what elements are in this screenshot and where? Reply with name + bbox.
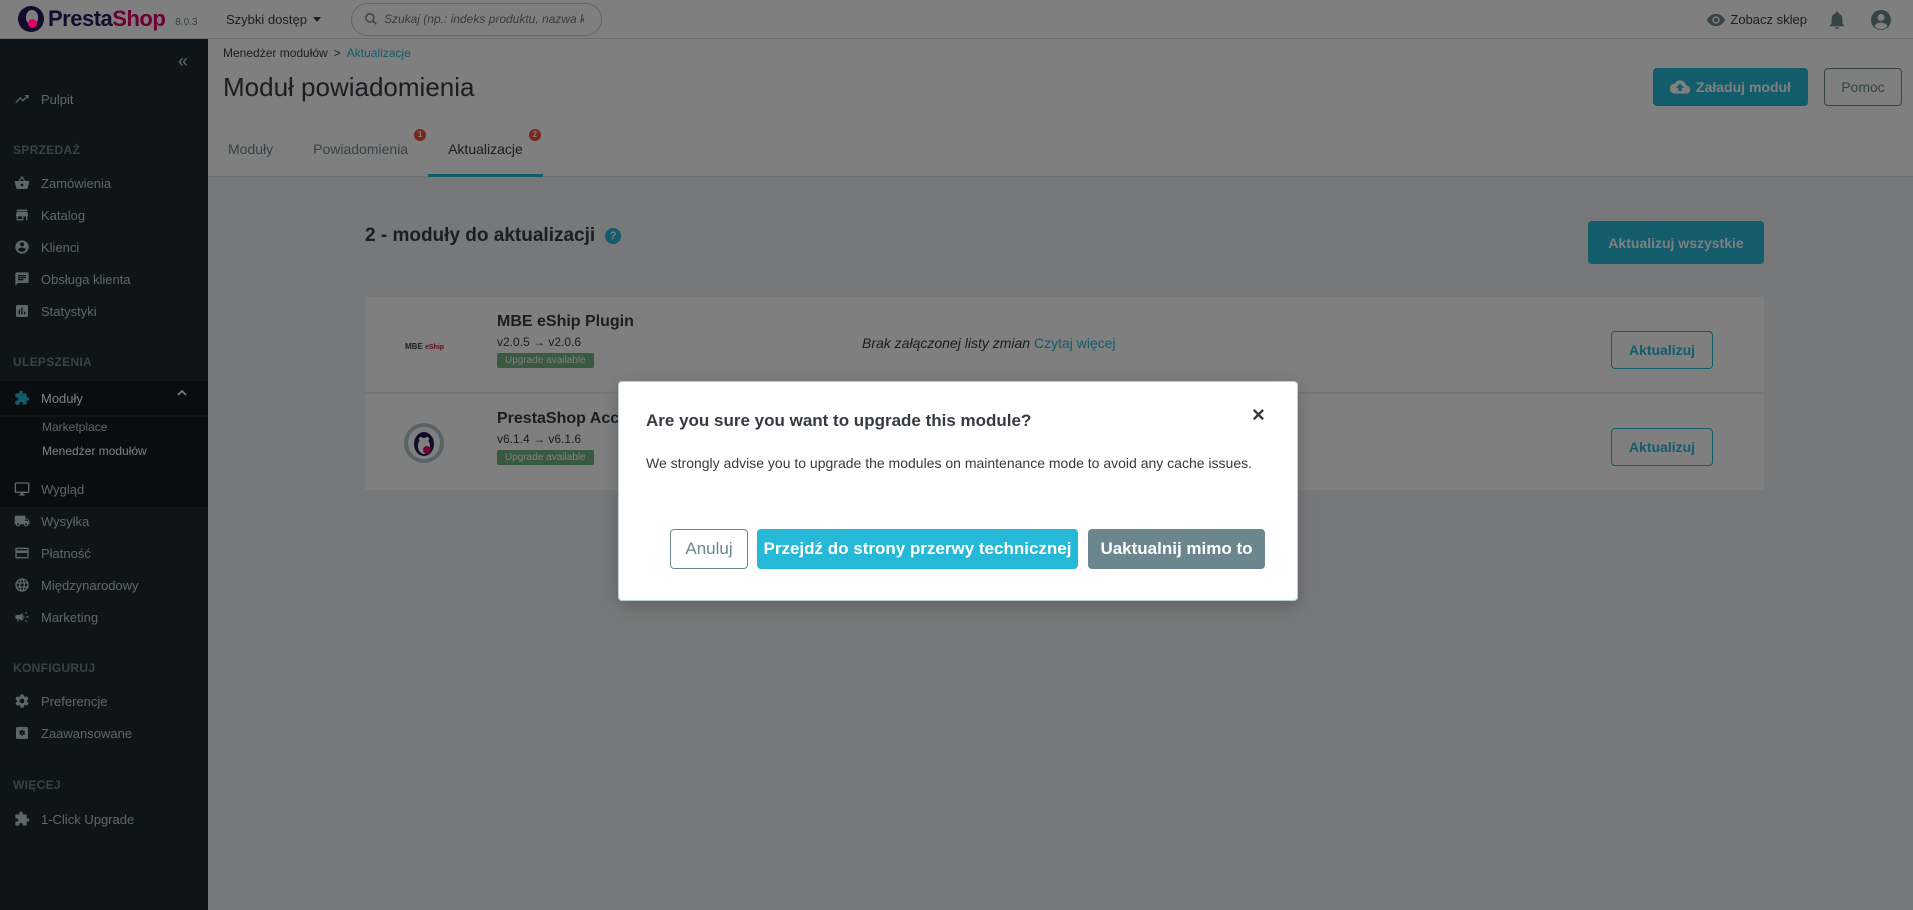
close-icon[interactable]: × xyxy=(1252,404,1265,426)
confirm-upgrade-modal: Are you sure you want to upgrade this mo… xyxy=(618,381,1298,601)
modal-body-text: We strongly advise you to upgrade the mo… xyxy=(646,455,1252,471)
go-to-maintenance-button[interactable]: Przejdź do strony przerwy technicznej xyxy=(757,529,1078,569)
cancel-button[interactable]: Anuluj xyxy=(670,529,748,569)
upgrade-anyway-button[interactable]: Uaktualnij mimo to xyxy=(1088,529,1265,569)
modal-title: Are you sure you want to upgrade this mo… xyxy=(646,411,1032,430)
